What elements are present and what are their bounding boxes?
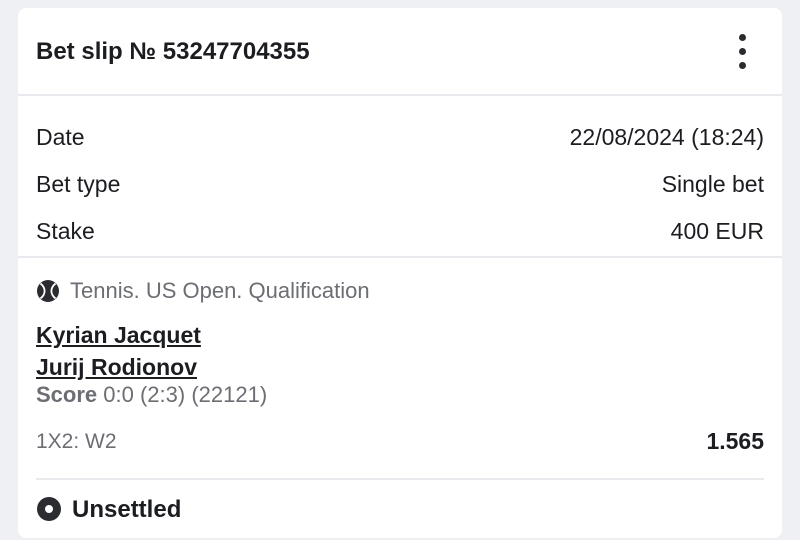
team1-link[interactable]: Kyrian Jacquet — [36, 322, 201, 349]
bet-type-row: Bet type Single bet — [36, 171, 764, 201]
bet-type-label: Bet type — [36, 171, 121, 197]
bet-info-section: Date 22/08/2024 (18:24) Bet type Single … — [18, 96, 782, 258]
divider — [36, 478, 764, 480]
odds-value: 1.565 — [706, 428, 764, 454]
tennis-ball-icon — [37, 280, 59, 302]
record-circle-icon — [37, 497, 61, 521]
date-value: 22/08/2024 (18:24) — [569, 124, 764, 150]
score-line: Score 0:0 (2:3) (22121) — [36, 382, 267, 408]
score-label: Score — [36, 382, 98, 407]
market-label: 1X2: W2 — [36, 430, 117, 453]
bet-slip-title: Bet slip № 53247704355 — [36, 38, 310, 65]
bet-status: Unsettled — [36, 496, 181, 524]
league-name: Tennis. US Open. Qualification — [70, 278, 370, 303]
status-label: Unsettled — [72, 496, 182, 523]
stake-value: 400 EUR — [670, 218, 764, 244]
date-row: Date 22/08/2024 (18:24) — [36, 124, 764, 154]
bet-slip-card: Bet slip № 53247704355 Date 22/08/2024 (… — [18, 8, 782, 538]
stake-label: Stake — [36, 218, 95, 244]
stake-row: Stake 400 EUR — [36, 218, 764, 248]
bet-slip-header: Bet slip № 53247704355 — [18, 8, 782, 96]
more-vertical-icon[interactable] — [728, 32, 758, 72]
date-label: Date — [36, 124, 85, 150]
team2-link[interactable]: Jurij Rodionov — [36, 354, 197, 381]
event-section: Tennis. US Open. Qualification Kyrian Ja… — [18, 260, 782, 538]
bet-type-value: Single bet — [661, 171, 764, 197]
score-value: 0:0 (2:3) (22121) — [103, 382, 268, 407]
league-line: Tennis. US Open. Qualification — [36, 278, 370, 304]
